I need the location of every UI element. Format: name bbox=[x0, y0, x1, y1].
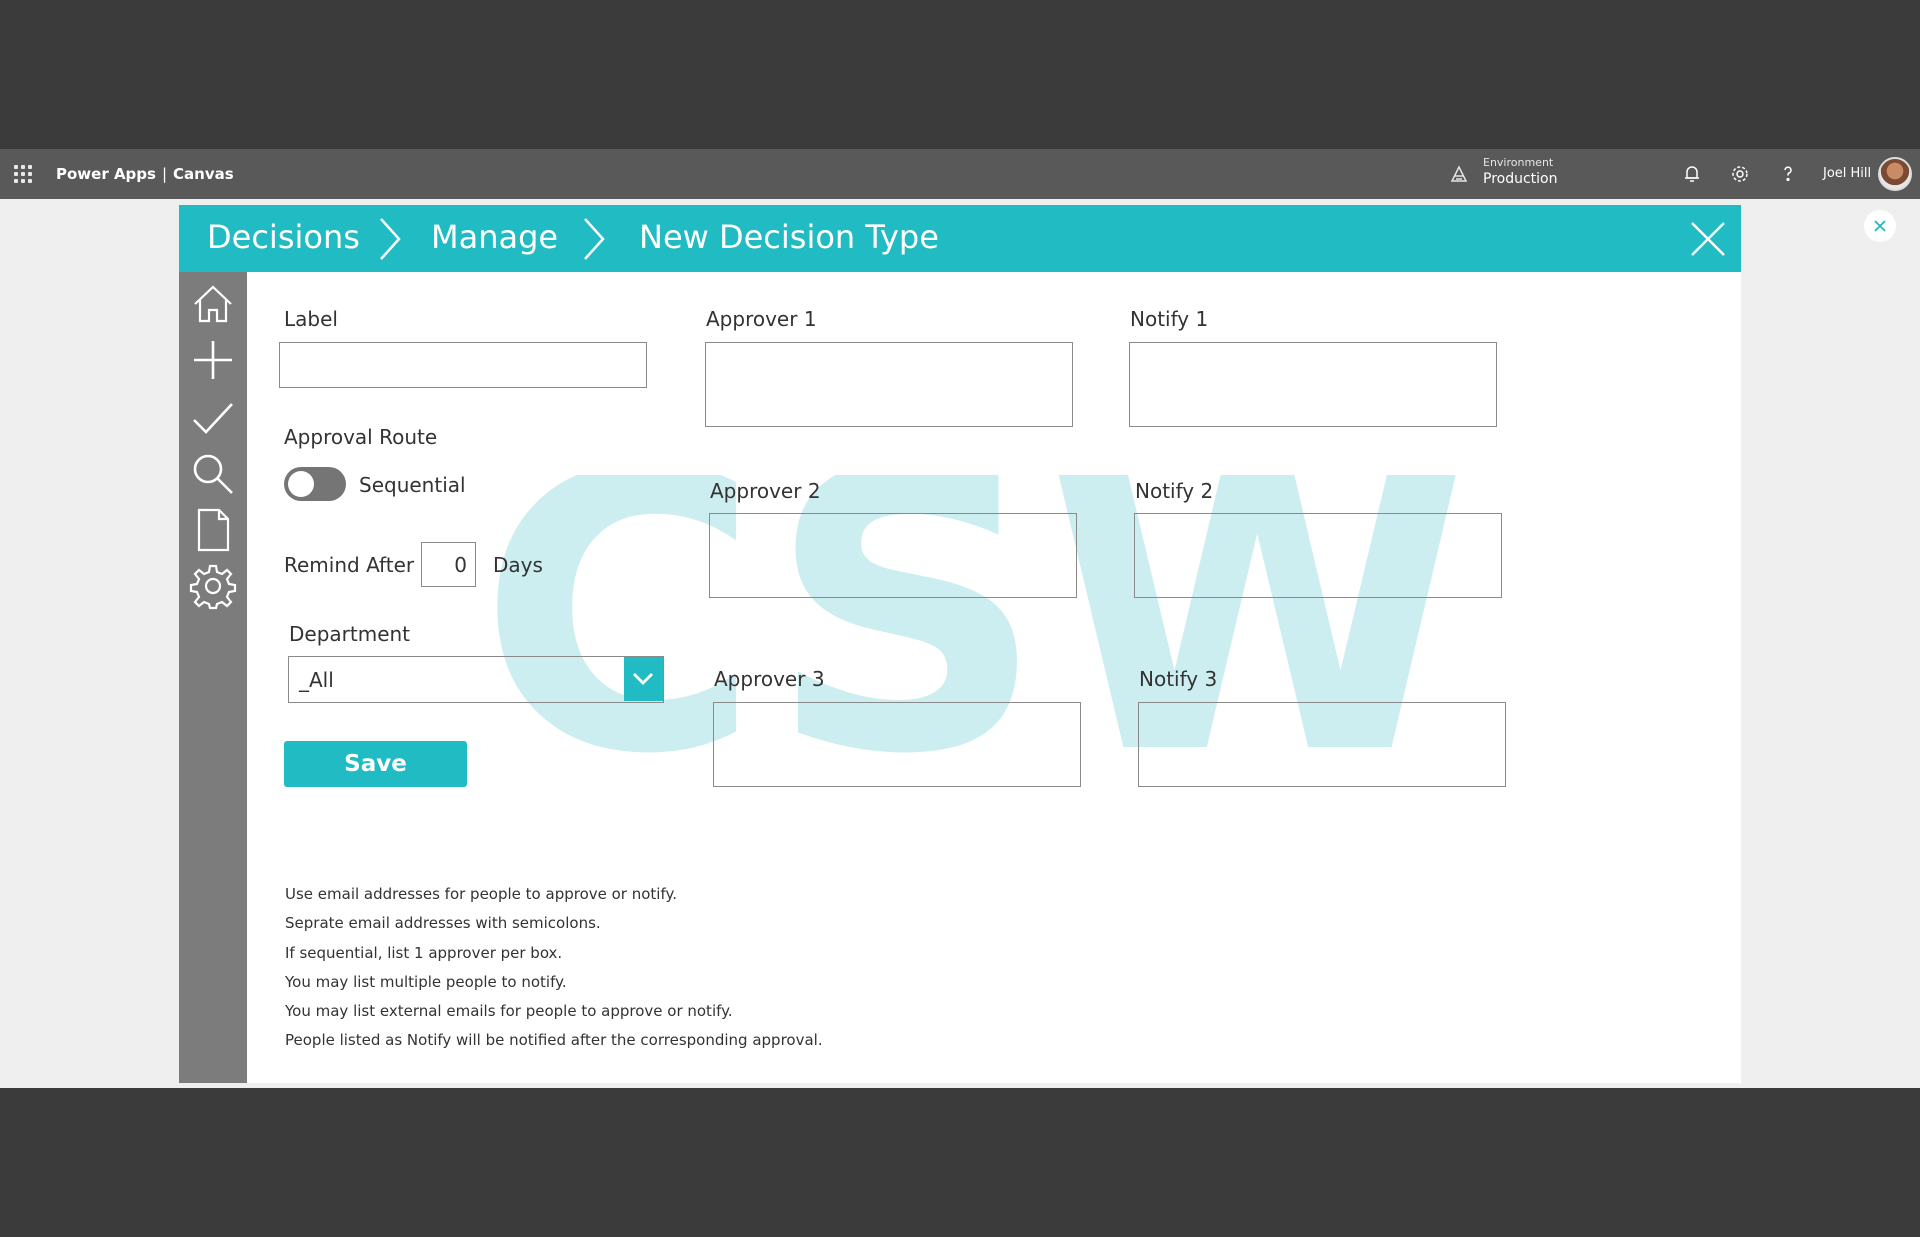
app-type: Canvas bbox=[173, 165, 234, 183]
label-input[interactable] bbox=[280, 343, 646, 387]
gear-icon[interactable] bbox=[1728, 162, 1752, 186]
save-button[interactable]: Save bbox=[284, 741, 467, 787]
label-title: Label bbox=[284, 307, 338, 331]
approver-3-field[interactable] bbox=[713, 702, 1081, 787]
notify-2-field[interactable] bbox=[1134, 513, 1502, 598]
remind-after-label: Remind After bbox=[284, 553, 415, 577]
help-note: Seprate email addresses with semicolons. bbox=[285, 914, 601, 932]
chevron-down-icon bbox=[633, 673, 653, 685]
approver-3-title: Approver 3 bbox=[714, 667, 825, 691]
help-note: Use email addresses for people to approv… bbox=[285, 885, 677, 903]
notify-1-title: Notify 1 bbox=[1130, 307, 1209, 331]
search-icon[interactable] bbox=[189, 450, 237, 498]
label-field[interactable] bbox=[279, 342, 647, 388]
approver-2-title: Approver 2 bbox=[710, 479, 821, 503]
close-icon bbox=[1874, 220, 1886, 232]
home-icon[interactable] bbox=[189, 280, 237, 328]
environment-value[interactable]: Production bbox=[1483, 171, 1557, 187]
notify-1-input[interactable] bbox=[1130, 343, 1496, 426]
environment-label: Environment bbox=[1483, 156, 1554, 169]
dropdown-button[interactable] bbox=[624, 657, 663, 701]
notify-3-input[interactable] bbox=[1139, 703, 1505, 786]
settings-icon[interactable] bbox=[189, 562, 237, 610]
approver-1-field[interactable] bbox=[705, 342, 1073, 427]
chevron-right-icon bbox=[584, 218, 605, 260]
approver-2-input[interactable] bbox=[710, 514, 1076, 597]
checkmark-icon[interactable] bbox=[189, 394, 237, 442]
approval-route-title: Approval Route bbox=[284, 425, 438, 449]
help-note: You may list external emails for people … bbox=[285, 1002, 733, 1020]
bell-icon[interactable] bbox=[1680, 162, 1704, 186]
app-topbar: Power Apps | Canvas Environment Production… bbox=[0, 149, 1920, 199]
department-title: Department bbox=[289, 622, 411, 646]
help-icon[interactable] bbox=[1776, 162, 1800, 186]
help-note: If sequential, list 1 approver per box. bbox=[285, 944, 563, 962]
waffle-icon[interactable] bbox=[14, 165, 32, 183]
toggle-label: Sequential bbox=[359, 473, 466, 497]
remind-unit-label: Days bbox=[493, 553, 543, 577]
document-icon[interactable] bbox=[189, 506, 237, 554]
app-title: Power Apps | Canvas bbox=[56, 165, 234, 183]
close-app-button[interactable] bbox=[1864, 210, 1896, 242]
breadcrumb-manage[interactable]: Manage bbox=[431, 218, 558, 256]
close-icon[interactable] bbox=[1689, 220, 1727, 258]
remind-after-input[interactable]: 0 bbox=[421, 542, 476, 587]
department-value: _All bbox=[299, 668, 334, 692]
chevron-right-icon bbox=[380, 218, 401, 260]
help-note: People listed as Notify will be notified… bbox=[285, 1031, 823, 1049]
notify-3-field[interactable] bbox=[1138, 702, 1506, 787]
approver-1-title: Approver 1 bbox=[706, 307, 817, 331]
notify-1-field[interactable] bbox=[1129, 342, 1497, 427]
department-dropdown[interactable]: _All bbox=[288, 656, 664, 703]
page-header: Decisions Manage New Decision Type bbox=[179, 205, 1741, 272]
remind-value: 0 bbox=[454, 553, 467, 577]
page-title: New Decision Type bbox=[639, 218, 939, 256]
help-note: You may list multiple people to notify. bbox=[285, 973, 567, 991]
toggle-knob bbox=[288, 471, 314, 497]
notify-2-input[interactable] bbox=[1135, 514, 1501, 597]
approver-2-field[interactable] bbox=[709, 513, 1077, 598]
add-icon[interactable] bbox=[189, 336, 237, 384]
user-name[interactable]: Joel Hill bbox=[1823, 166, 1871, 181]
approver-1-input[interactable] bbox=[706, 343, 1072, 426]
sidebar-nav bbox=[179, 272, 247, 1083]
notify-2-title: Notify 2 bbox=[1135, 479, 1214, 503]
breadcrumb-decisions[interactable]: Decisions bbox=[207, 218, 360, 256]
sequential-toggle[interactable] bbox=[284, 467, 346, 501]
notify-3-title: Notify 3 bbox=[1139, 667, 1218, 691]
approver-3-input[interactable] bbox=[714, 703, 1080, 786]
avatar[interactable] bbox=[1878, 157, 1912, 191]
title-separator: | bbox=[161, 165, 168, 183]
app-canvas: Decisions Manage New Decision Type CSW L… bbox=[179, 205, 1741, 1083]
app-name: Power Apps bbox=[56, 165, 156, 183]
environment-icon[interactable] bbox=[1448, 163, 1470, 185]
